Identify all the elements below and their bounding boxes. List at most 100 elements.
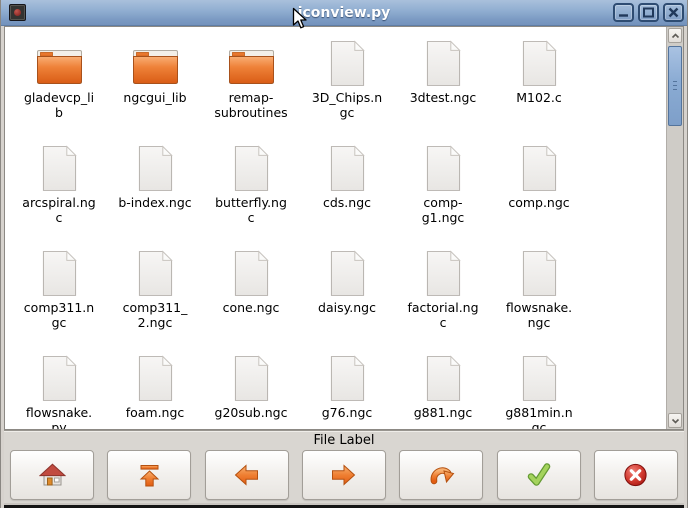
up-button[interactable] [107, 450, 191, 500]
file-item[interactable]: foam.ngc [107, 354, 203, 429]
file-icon [232, 250, 271, 297]
file-label: File Label [7, 431, 681, 450]
file-item[interactable]: arcspiral.ng c [11, 144, 107, 249]
minimize-button[interactable] [613, 3, 634, 22]
file-icon [328, 145, 367, 192]
item-label: daisy.ngc [318, 300, 376, 315]
folder-icon [36, 47, 83, 87]
titlebar: iconview.py [1, 0, 687, 26]
iconview: gladevcp_li b ngcgui_lib remap- subroutine… [5, 27, 666, 429]
file-item[interactable]: cone.ngc [203, 249, 299, 354]
close-button[interactable] [663, 3, 684, 22]
file-icon-slot [40, 249, 79, 297]
item-label: M102.c [516, 90, 562, 105]
back-button[interactable] [205, 450, 289, 500]
forward-button[interactable] [302, 450, 386, 500]
folder-item[interactable]: ngcgui_lib [107, 39, 203, 144]
item-label: factorial.ng c [407, 300, 478, 330]
home-button[interactable] [10, 450, 94, 500]
folder-icon [228, 47, 275, 87]
file-item[interactable]: M102.c [491, 39, 587, 144]
file-icon-slot [424, 354, 463, 402]
item-label: arcspiral.ng c [22, 195, 95, 225]
file-item[interactable]: comp311_ 2.ngc [107, 249, 203, 354]
folder-item[interactable]: gladevcp_li b [11, 39, 107, 144]
redo-arrow-icon [428, 462, 455, 488]
file-icon-slot [328, 354, 367, 402]
item-label: g881min.n gc [505, 405, 572, 429]
file-item[interactable]: comp- g1.ngc [395, 144, 491, 249]
redo-button[interactable] [399, 450, 483, 500]
file-item[interactable]: 3dtest.ngc [395, 39, 491, 144]
item-label: g20sub.ngc [215, 405, 288, 420]
file-icon-slot [424, 249, 463, 297]
file-icon-slot [520, 249, 559, 297]
file-icon [40, 145, 79, 192]
file-item[interactable]: factorial.ng c [395, 249, 491, 354]
file-icon [232, 145, 271, 192]
file-icon [40, 250, 79, 297]
scroll-up-button[interactable] [668, 28, 682, 43]
file-icon-slot [136, 249, 175, 297]
item-label: flowsnake. py [26, 405, 92, 429]
file-item[interactable]: b-index.ngc [107, 144, 203, 249]
window-frame: gladevcp_li b ngcgui_lib remap- subroutine… [1, 26, 687, 508]
file-item[interactable]: flowsnake. ngc [491, 249, 587, 354]
maximize-button[interactable] [638, 3, 659, 22]
file-item[interactable]: comp311.n gc [11, 249, 107, 354]
file-icon [328, 250, 367, 297]
footer-panel: File Label [4, 430, 684, 503]
file-icon [232, 355, 271, 402]
item-label: g76.ngc [322, 405, 373, 420]
file-icon-slot [232, 144, 271, 192]
file-item[interactable]: g881.ngc [395, 354, 491, 429]
file-icon-slot [424, 144, 463, 192]
item-label: butterfly.ng c [215, 195, 287, 225]
scrollbar-thumb[interactable] [668, 46, 682, 126]
file-icon-slot [520, 354, 559, 402]
scroll-down-button[interactable] [668, 413, 682, 428]
file-item[interactable]: daisy.ngc [299, 249, 395, 354]
close-icon [667, 7, 680, 18]
ok-button[interactable] [497, 450, 581, 500]
vertical-scrollbar[interactable] [666, 27, 683, 429]
item-label: 3D_Chips.n gc [312, 90, 382, 120]
file-item[interactable]: butterfly.ng c [203, 144, 299, 249]
item-label: cds.ngc [323, 195, 371, 210]
folder-item[interactable]: remap- subroutines [203, 39, 299, 144]
file-item[interactable]: cds.ngc [299, 144, 395, 249]
file-item[interactable]: comp.ngc [491, 144, 587, 249]
folder-icon-slot [228, 39, 275, 87]
file-item[interactable]: 3D_Chips.n gc [299, 39, 395, 144]
window: iconview.py gladevcp [0, 0, 688, 508]
file-icon [136, 145, 175, 192]
file-icon [424, 355, 463, 402]
home-icon [39, 463, 66, 487]
file-item[interactable]: flowsnake. py [11, 354, 107, 429]
file-icon-slot [328, 39, 367, 87]
item-label: 3dtest.ngc [410, 90, 477, 105]
forward-arrow-icon [330, 462, 357, 488]
file-icon [520, 250, 559, 297]
item-label: comp.ngc [508, 195, 569, 210]
file-icon [136, 355, 175, 402]
file-icon-slot [40, 144, 79, 192]
file-item[interactable]: g20sub.ngc [203, 354, 299, 429]
file-icon [520, 40, 559, 87]
folder-icon-slot [132, 39, 179, 87]
file-icon-slot [40, 354, 79, 402]
file-icon [328, 40, 367, 87]
file-icon [328, 355, 367, 402]
file-icon [424, 145, 463, 192]
scrollbar-trough[interactable] [667, 44, 683, 412]
item-label: ngcgui_lib [123, 90, 186, 105]
file-icon-slot [232, 354, 271, 402]
item-label: remap- subroutines [214, 90, 287, 120]
file-icon [520, 145, 559, 192]
file-item[interactable]: g881min.n gc [491, 354, 587, 429]
file-item[interactable]: g76.ngc [299, 354, 395, 429]
file-icon [424, 250, 463, 297]
cancel-button[interactable] [594, 450, 678, 500]
ok-check-icon [525, 463, 552, 487]
file-icon [40, 355, 79, 402]
